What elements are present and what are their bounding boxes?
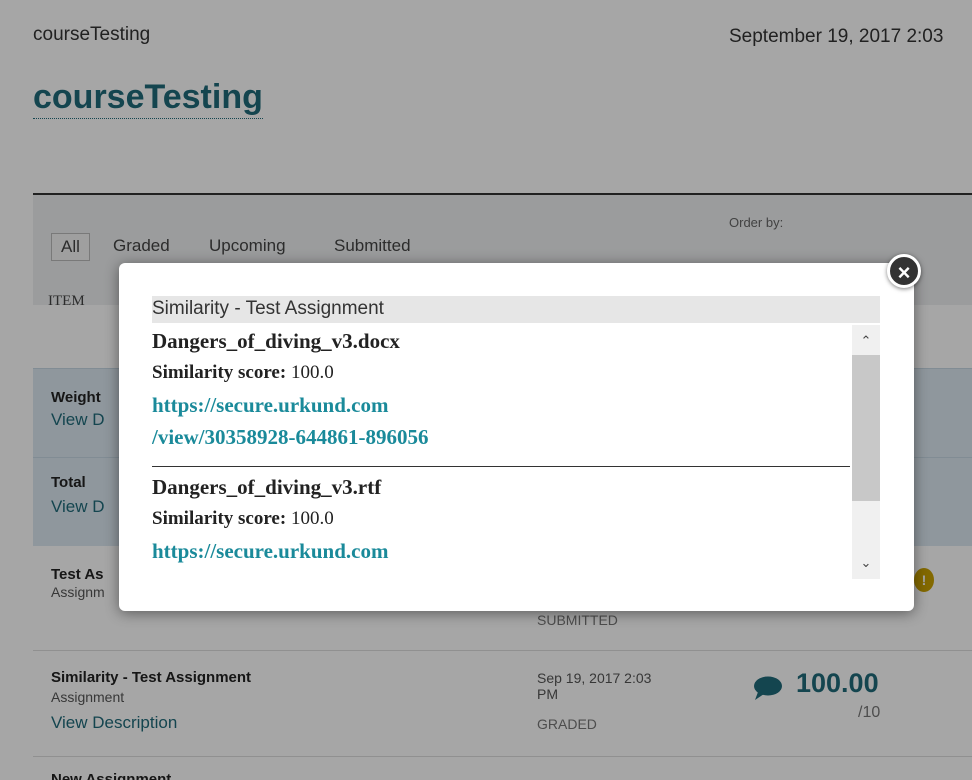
page: courseTesting September 19, 2017 2:03 co… (0, 0, 972, 780)
report-link-path[interactable]: /view/30358928-644861-896056 (152, 421, 852, 453)
modal-title: Similarity - Test Assignment (152, 298, 384, 319)
report-link[interactable]: https://secure.urkund.com (152, 389, 852, 421)
similarity-score: Similarity score: 100.0 (152, 357, 852, 389)
scroll-up-icon[interactable]: ⌃ (852, 333, 880, 349)
similarity-modal: Similarity - Test Assignment Dangers_of_… (119, 263, 914, 611)
score-value: 100.0 (290, 508, 334, 529)
close-icon[interactable]: × (887, 254, 921, 288)
score-label: Similarity score: (152, 508, 287, 529)
file-name: Dangers_of_diving_v3.docx (152, 329, 400, 353)
similarity-list[interactable]: Dangers_of_diving_v3.docx Similarity sco… (152, 325, 852, 579)
score-label: Similarity score: (152, 362, 287, 383)
list-item: Dangers_of_diving_v3.docx Similarity sco… (152, 325, 852, 453)
similarity-score: Similarity score: 100.0 (152, 503, 852, 535)
file-name: Dangers_of_diving_v3.rtf (152, 475, 382, 499)
report-link[interactable]: https://secure.urkund.com (152, 535, 852, 567)
score-value: 100.0 (290, 362, 334, 383)
list-item: Dangers_of_diving_v3.rtf Similarity scor… (152, 471, 852, 567)
entry-divider (152, 466, 850, 467)
modal-header: Similarity - Test Assignment (152, 296, 880, 323)
scrollbar-thumb[interactable] (852, 355, 880, 501)
scroll-down-icon[interactable]: ⌄ (852, 555, 880, 571)
